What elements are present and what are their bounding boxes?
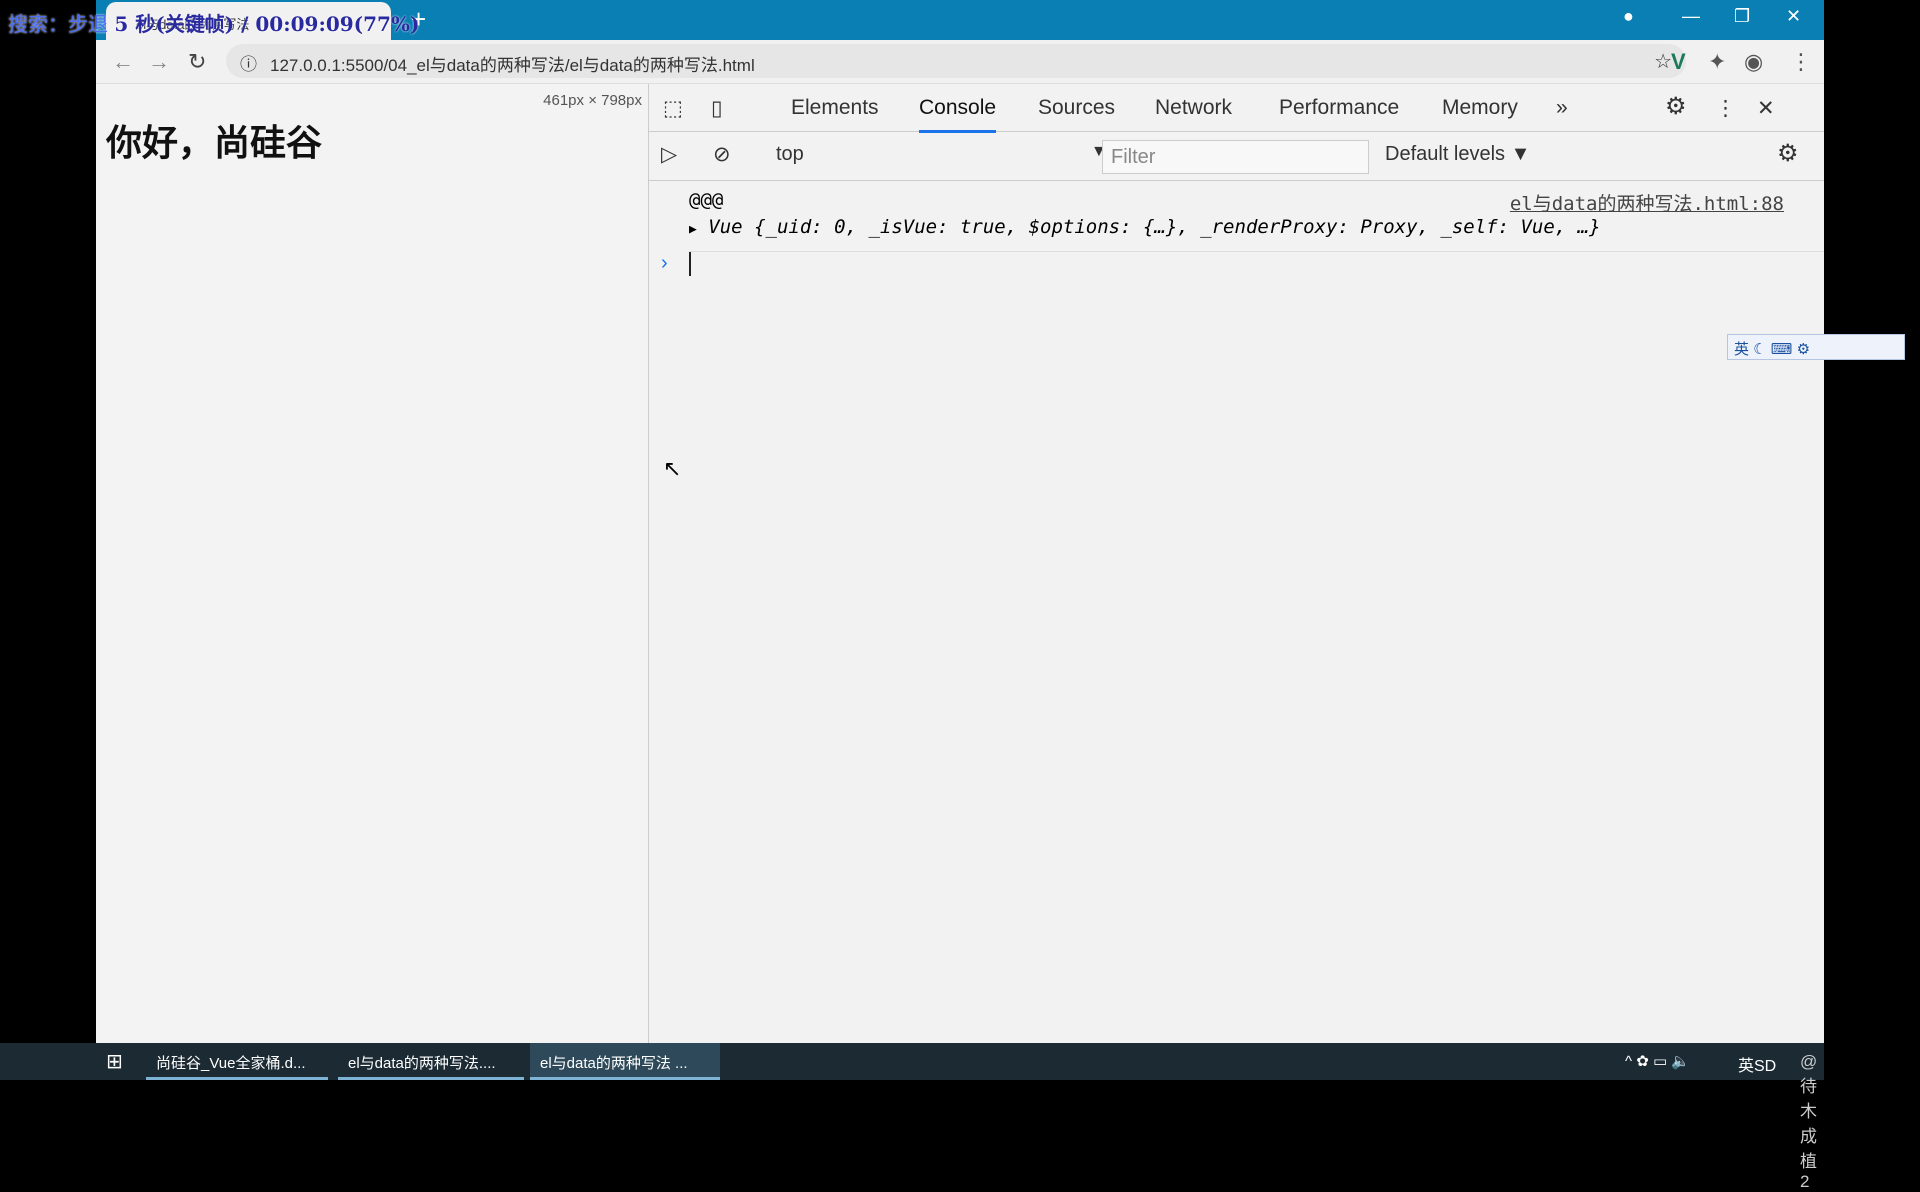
tab-network[interactable]: Network	[1155, 96, 1232, 120]
object-type: Vue	[708, 216, 743, 238]
browser-window: el与data的两种写法 + ● — ❐ ✕ ← → ↻ ⓘ 127.0.0.1:…	[96, 0, 1905, 1043]
restore-button[interactable]: ❐	[1734, 6, 1750, 27]
taskbar-item-label: 尚硅谷_Vue全家桶.d...	[156, 1055, 306, 1072]
viewport-size: 461px × 798px	[543, 92, 642, 109]
console-log: @@@	[689, 189, 724, 211]
inspect-icon[interactable]: ⬚	[663, 96, 683, 121]
console-toolbar: ▷ ⊘ top ▼ 👁 Filter Default levels ▼ ⚙	[649, 132, 1824, 181]
filter-input[interactable]: Filter	[1102, 140, 1369, 174]
tab-console[interactable]: Console	[919, 96, 997, 133]
taskbar-item-chrome[interactable]: el与data的两种写法 ...	[530, 1043, 720, 1080]
close-window-button[interactable]: ✕	[1786, 6, 1801, 27]
console-input[interactable]	[689, 252, 691, 276]
taskbar-item-vscode[interactable]: el与data的两种写法....	[338, 1043, 524, 1080]
tab-memory[interactable]: Memory	[1442, 96, 1518, 120]
tray-ime[interactable]: 英SD	[1738, 1052, 1776, 1076]
sidebar-toggle-icon[interactable]: ▷	[661, 142, 677, 167]
log-levels-select[interactable]: Default levels ▼	[1385, 143, 1530, 166]
url-bar[interactable]: ⓘ 127.0.0.1:5500/04_el与data的两种写法/el与data的…	[226, 44, 1686, 78]
taskbar-item-label: el与data的两种写法....	[348, 1055, 496, 1072]
console-object[interactable]: ▶ Vue {_uid: 0, _isVue: true, $options: …	[689, 216, 1824, 252]
taskbar: ⊞ 尚硅谷_Vue全家桶.d... el与data的两种写法.... el与da…	[0, 1043, 1824, 1191]
account-icon[interactable]: ◉	[1744, 49, 1763, 75]
devtools-tabs: ⬚ ▯ Elements Console Sources Network Per…	[649, 84, 1824, 133]
ime-mode: 英	[1734, 341, 1750, 358]
device-toggle-icon[interactable]: ▯	[711, 96, 723, 121]
reload-icon[interactable]: ↻	[188, 49, 206, 75]
close-devtools-icon[interactable]: ✕	[1757, 96, 1775, 121]
console-prompt-icon[interactable]: ›	[661, 252, 668, 275]
overlay-label: 搜索：步退	[8, 12, 108, 36]
mouse-cursor-icon: ↖	[663, 456, 682, 481]
extensions-icon[interactable]: ✦	[1708, 49, 1726, 75]
ime-toolbar[interactable]: 英 ☾ ⌨ ⚙	[1727, 334, 1905, 360]
url-text: 127.0.0.1:5500/04_el与data的两种写法/el与data的两…	[270, 56, 755, 75]
taskbar-item-label: el与data的两种写法 ...	[540, 1055, 688, 1072]
clear-console-icon[interactable]: ⊘	[713, 142, 731, 167]
console-settings-icon[interactable]: ⚙	[1777, 139, 1799, 168]
video-overlay-text: 搜索：步退 5 秒(关键帧) / 00:09:09(77%)	[8, 8, 419, 37]
tab-performance[interactable]: Performance	[1279, 96, 1399, 120]
tab-sources[interactable]: Sources	[1038, 96, 1115, 120]
address-row: ← → ↻ ⓘ 127.0.0.1:5500/04_el与data的两种写法/el…	[96, 40, 1824, 84]
info-icon[interactable]: ⓘ	[240, 50, 257, 75]
more-options-icon[interactable]: ⋮	[1715, 96, 1736, 121]
forward-icon[interactable]: →	[148, 49, 170, 75]
windows-start-icon[interactable]: ⊞	[106, 1049, 123, 1074]
object-preview: {_uid: 0, _isVue: true, $options: {…}, _…	[754, 216, 1601, 238]
settings-icon[interactable]: ⚙	[1665, 92, 1687, 121]
taskbar-item-word[interactable]: 尚硅谷_Vue全家桶.d...	[146, 1043, 328, 1080]
devtools-panel: ⬚ ▯ Elements Console Sources Network Per…	[649, 84, 1905, 1043]
tray-icons[interactable]: ^ ✿ ▭ 🔈	[1625, 1052, 1690, 1070]
minimize-button[interactable]: —	[1682, 6, 1700, 27]
back-icon[interactable]: ←	[112, 49, 134, 75]
expand-icon[interactable]: ▶	[689, 222, 697, 237]
more-tabs-icon[interactable]: »	[1556, 96, 1568, 120]
context-select[interactable]: top	[776, 143, 804, 166]
overlay-status: 5 秒(关键帧) / 00:09:09(77%)	[114, 12, 420, 36]
page-heading: 你好，尚硅谷	[106, 122, 323, 163]
tab-elements[interactable]: Elements	[791, 96, 879, 120]
menu-icon[interactable]: ⋮	[1790, 49, 1812, 75]
console-source-link[interactable]: el与data的两种写法.html:88	[1510, 189, 1784, 216]
page-viewport: 你好，尚硅谷 461px × 798px	[96, 84, 649, 1043]
star-icon[interactable]: ☆	[1654, 49, 1672, 74]
watermark: @待木成植2	[1800, 1052, 1818, 1191]
profile-icon[interactable]: ●	[1623, 6, 1634, 27]
vue-devtools-icon[interactable]: V	[1671, 49, 1686, 75]
